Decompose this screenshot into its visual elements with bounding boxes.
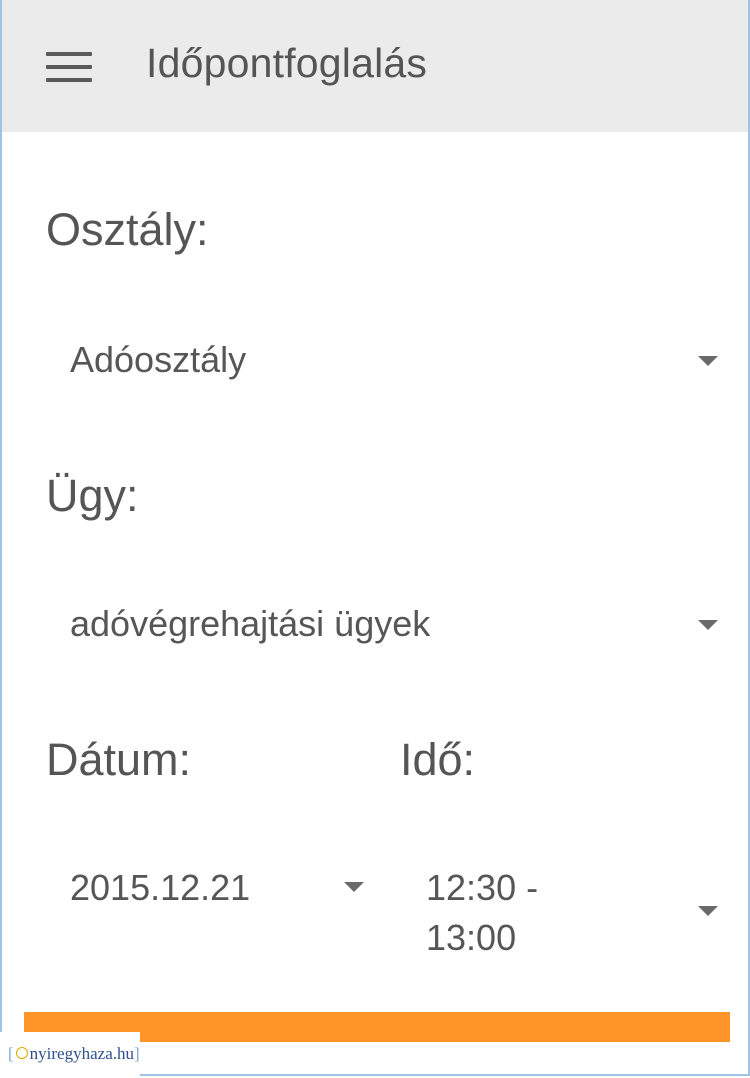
dropdown-arrow-icon: [698, 906, 718, 916]
watermark-right-bracket: ]: [134, 1044, 140, 1063]
hamburger-menu-icon[interactable]: [46, 52, 92, 84]
dropdown-arrow-icon: [698, 356, 718, 366]
department-select-value: Adóosztály: [70, 339, 247, 380]
time-select[interactable]: 12:30 - 13:00: [426, 864, 720, 964]
date-select[interactable]: 2015.12.21: [70, 864, 366, 916]
app-bar: Időpontfoglalás: [2, 0, 748, 132]
dropdown-arrow-icon: [344, 882, 364, 892]
date-select-value: 2015.12.21: [70, 867, 251, 908]
department-label: Osztály:: [46, 204, 209, 255]
app-bar-title: Időpontfoglalás: [146, 40, 428, 86]
time-select-value-line1: 12:30 -: [426, 867, 539, 908]
date-label: Dátum:: [46, 734, 192, 785]
watermark-left-bracket: [: [8, 1044, 14, 1063]
watermark-text: nyiregyhaza.hu: [29, 1044, 134, 1063]
case-select[interactable]: adóvégrehajtási ügyek: [70, 600, 720, 652]
time-label: Idő:: [400, 734, 476, 785]
case-select-value: adóvégrehajtási ügyek: [70, 603, 431, 644]
time-select-value-line2: 13:00: [426, 917, 517, 958]
case-label: Ügy:: [46, 470, 139, 521]
dropdown-arrow-icon: [698, 620, 718, 630]
app-screen: Időpontfoglalás Osztály: Adóosztály Ügy:…: [0, 0, 750, 1076]
department-select[interactable]: Adóosztály: [70, 336, 720, 388]
watermark: [ nyiregyhaza.hu]: [0, 1032, 140, 1076]
watermark-logo-icon: [15, 1047, 28, 1059]
